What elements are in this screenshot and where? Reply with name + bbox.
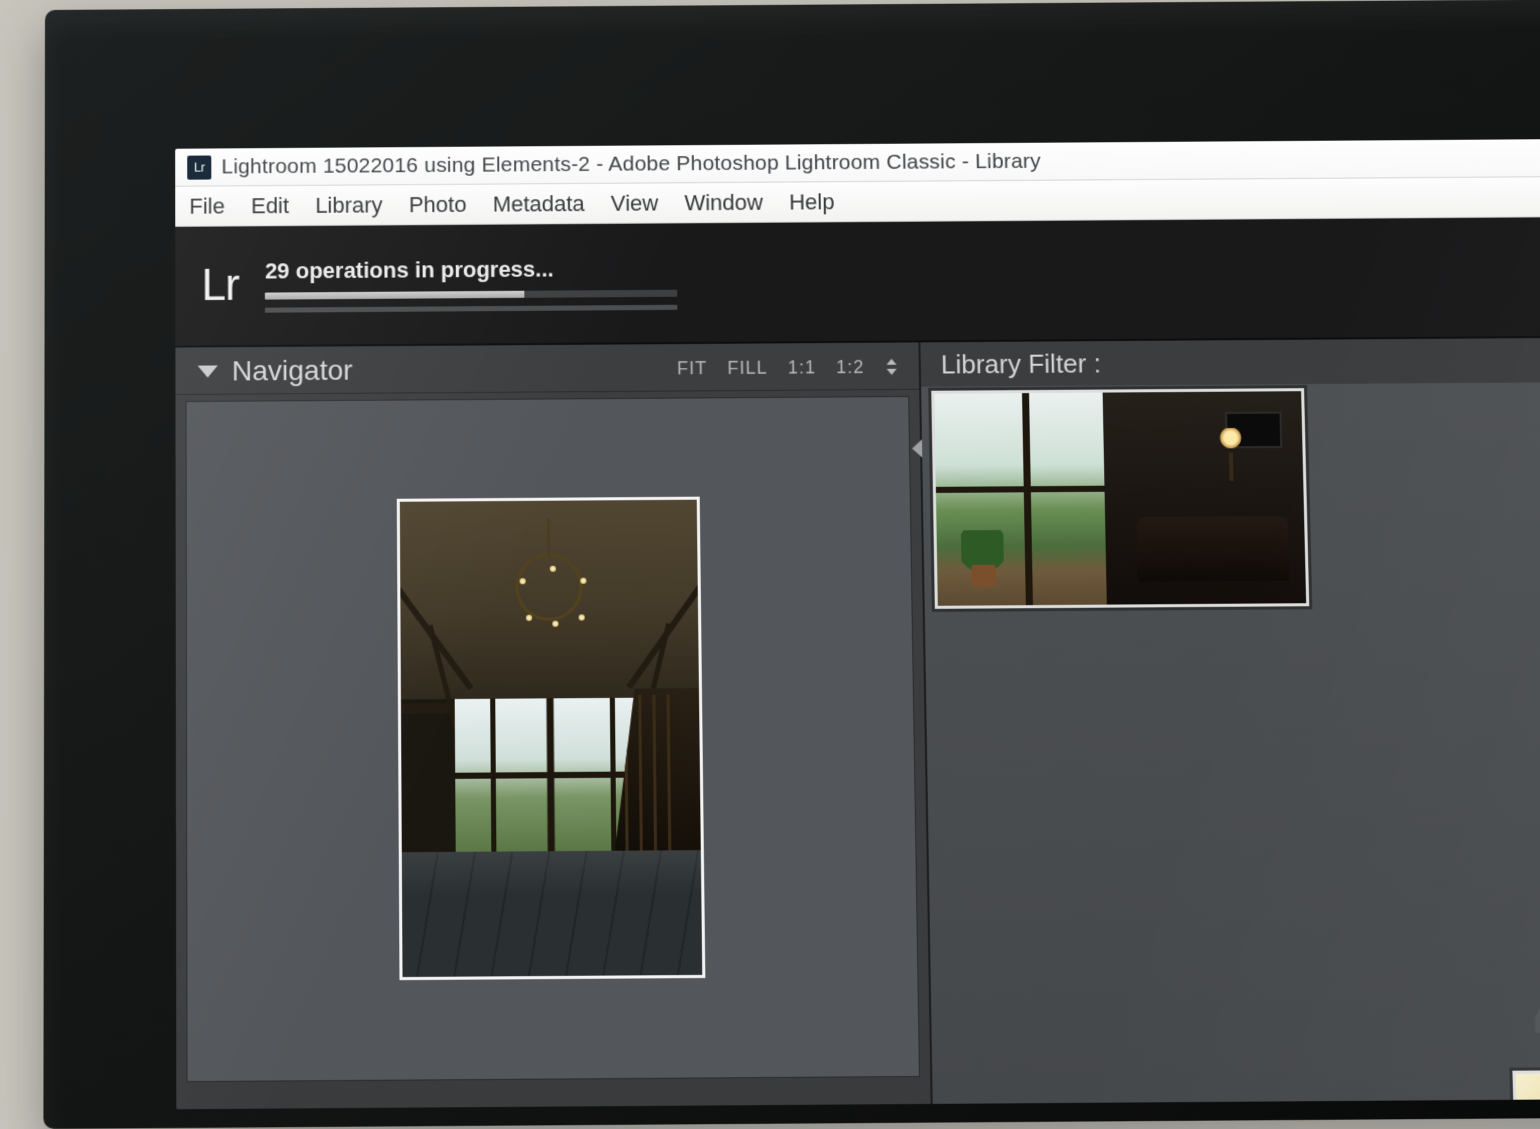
app-icon: Lr [187, 155, 211, 179]
menu-file[interactable]: File [189, 193, 225, 219]
right-panel: Library Filter : [920, 337, 1540, 1104]
menu-window[interactable]: Window [684, 189, 763, 216]
zoom-1to1[interactable]: 1:1 [788, 357, 817, 378]
library-filter-label: Library Filter : [941, 348, 1102, 380]
navigator-zoom-options: FIT FILL 1:1 1:2 [677, 356, 897, 379]
menu-help[interactable]: Help [789, 189, 835, 215]
menu-library[interactable]: Library [315, 192, 383, 219]
progress-label: 29 operations in progress... [265, 256, 677, 285]
library-filter-bar[interactable]: Library Filter : [920, 337, 1540, 387]
navigator-preview-area[interactable] [186, 396, 920, 1082]
navigator-title: Navigator [232, 352, 677, 387]
progress-bar-2 [265, 305, 678, 313]
zoom-stepper-icon[interactable] [886, 359, 896, 375]
panel-collapse-icon[interactable] [912, 439, 922, 457]
grid-thumbnail[interactable] [931, 388, 1309, 609]
menu-metadata[interactable]: Metadata [493, 190, 585, 217]
lightroom-logo-text: Lr [201, 261, 238, 312]
window-title: Lightroom 15022016 using Elements-2 - Ad… [221, 149, 1041, 179]
grid-thumbnail-next-peek[interactable] [1512, 1069, 1540, 1106]
navigator-disclosure-icon[interactable] [198, 365, 218, 377]
navigator-preview-image [397, 496, 706, 980]
zoom-fill[interactable]: FILL [727, 357, 768, 378]
menu-photo[interactable]: Photo [409, 191, 467, 217]
left-panel: Navigator FIT FILL 1:1 1:2 [175, 342, 932, 1109]
screen: Lr Lightroom 15022016 using Elements-2 -… [175, 138, 1540, 1109]
navigator-header: Navigator FIT FILL 1:1 1:2 [175, 342, 919, 395]
monitor-bezel: Lr Lightroom 15022016 using Elements-2 -… [43, 0, 1540, 1129]
zoom-fit[interactable]: FIT [677, 357, 707, 378]
zoom-1to2[interactable]: 1:2 [836, 356, 865, 377]
menu-view[interactable]: View [611, 190, 659, 216]
grid-index-watermark: 45 [1530, 911, 1540, 1091]
progress-bar-1 [265, 290, 677, 300]
identity-plate: Lr 29 operations in progress... [175, 216, 1540, 347]
menu-edit[interactable]: Edit [251, 193, 289, 219]
library-grid[interactable]: 45 [921, 381, 1540, 1104]
